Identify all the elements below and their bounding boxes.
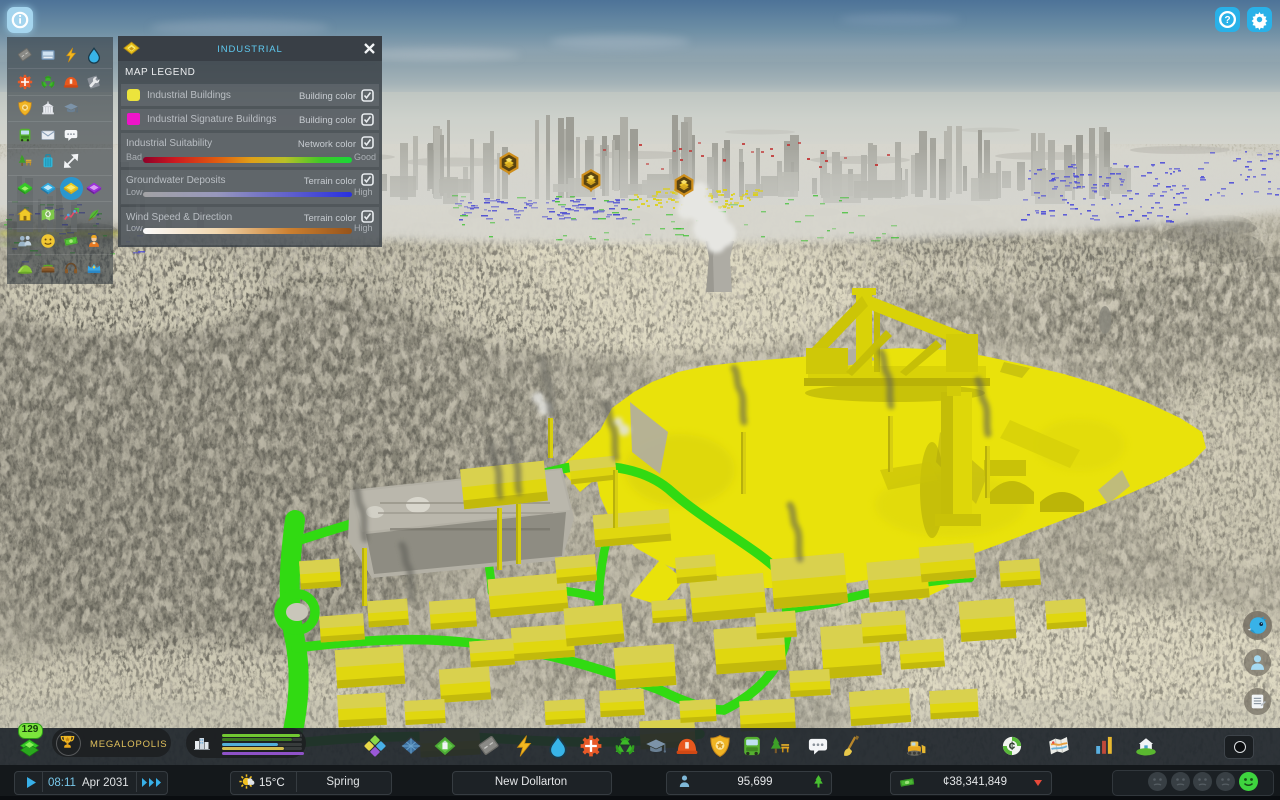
svg-text:?: ? [1224, 15, 1230, 26]
svg-text:¢: ¢ [1009, 740, 1016, 753]
